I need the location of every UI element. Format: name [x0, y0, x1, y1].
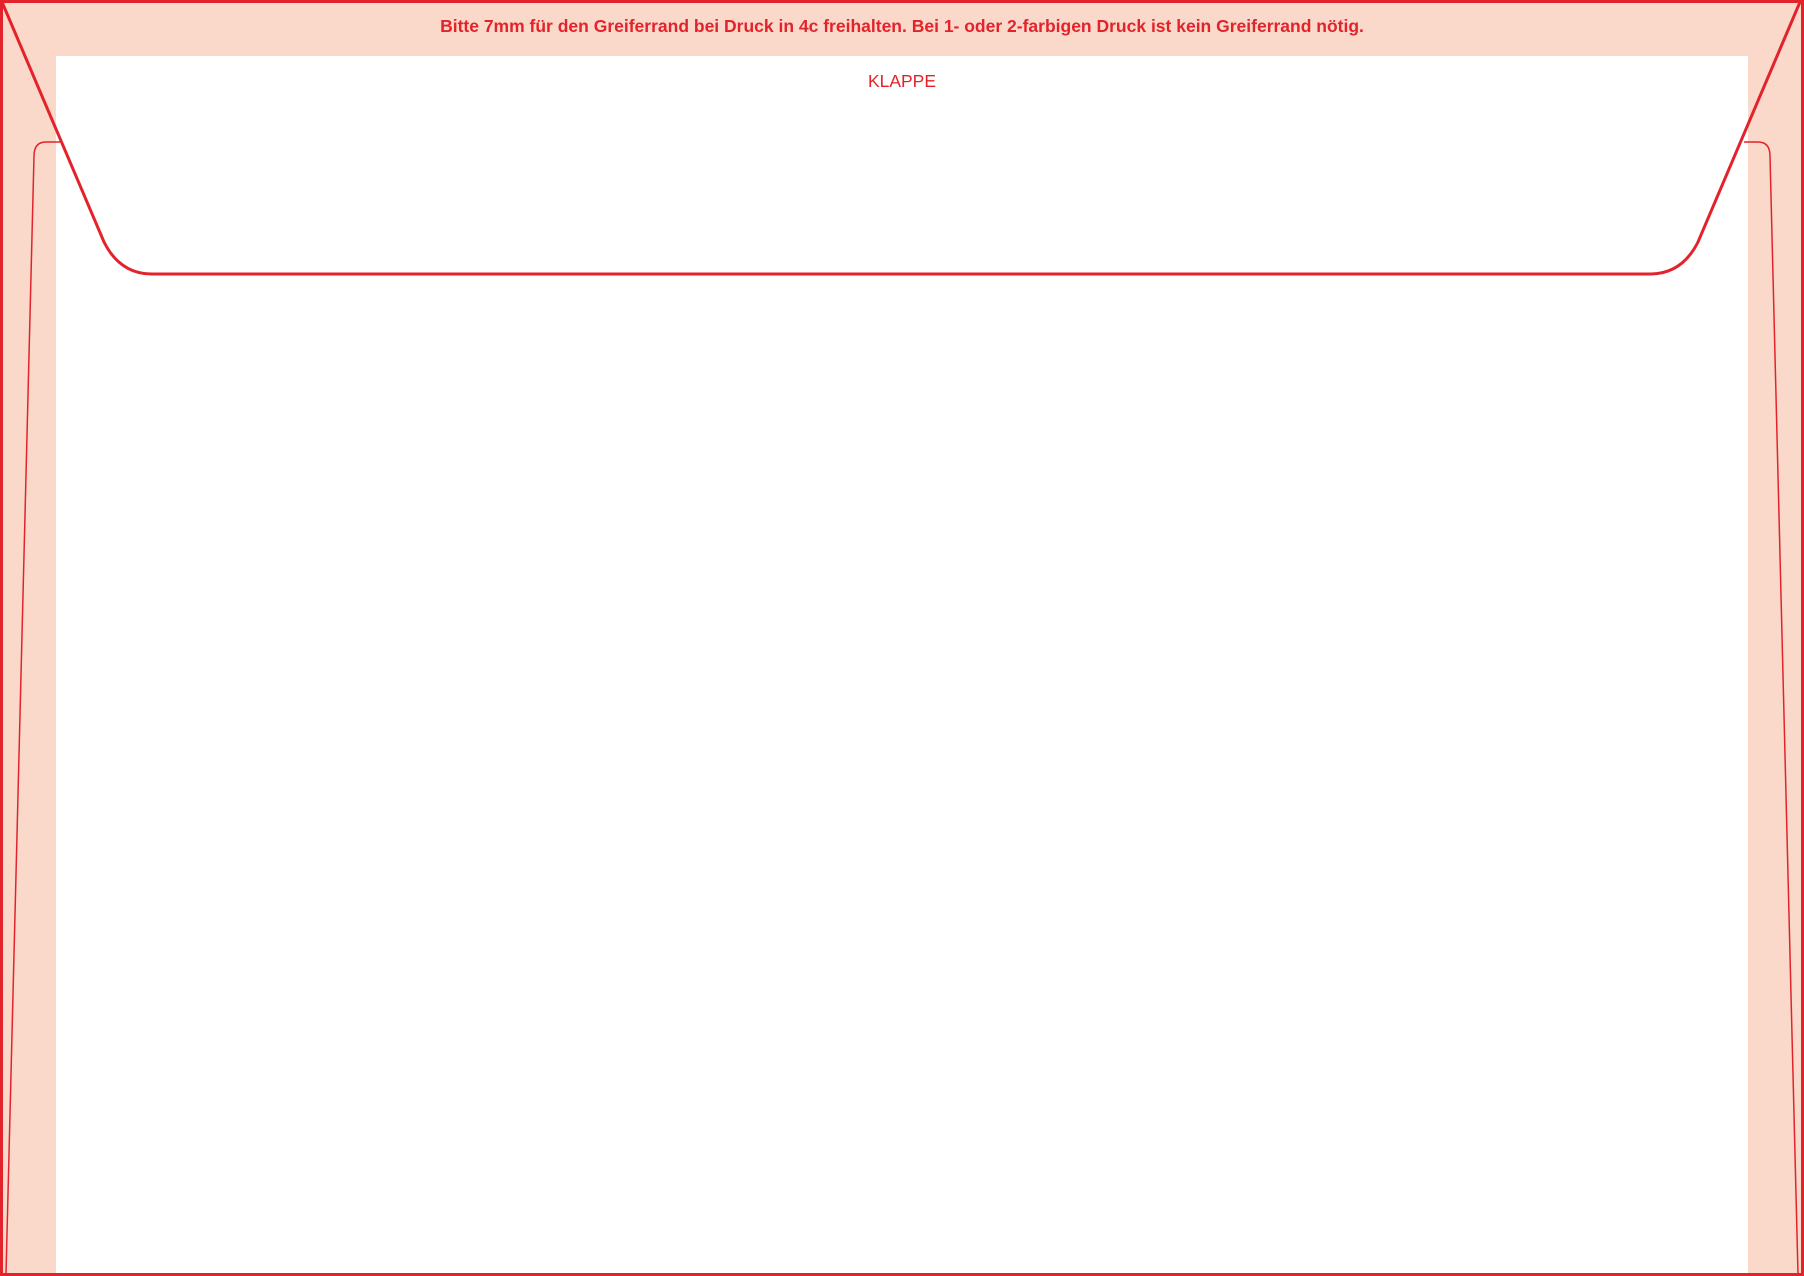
printable-area: [56, 56, 1748, 1276]
gripper-notice-text: Bitte 7mm für den Greiferrand bei Druck …: [440, 16, 1364, 36]
envelope-template: Bitte 7mm für den Greiferrand bei Druck …: [0, 0, 1804, 1276]
envelope-die-line-diagram: Bitte 7mm für den Greiferrand bei Druck …: [0, 0, 1804, 1276]
flap-label: KLAPPE: [868, 71, 936, 91]
